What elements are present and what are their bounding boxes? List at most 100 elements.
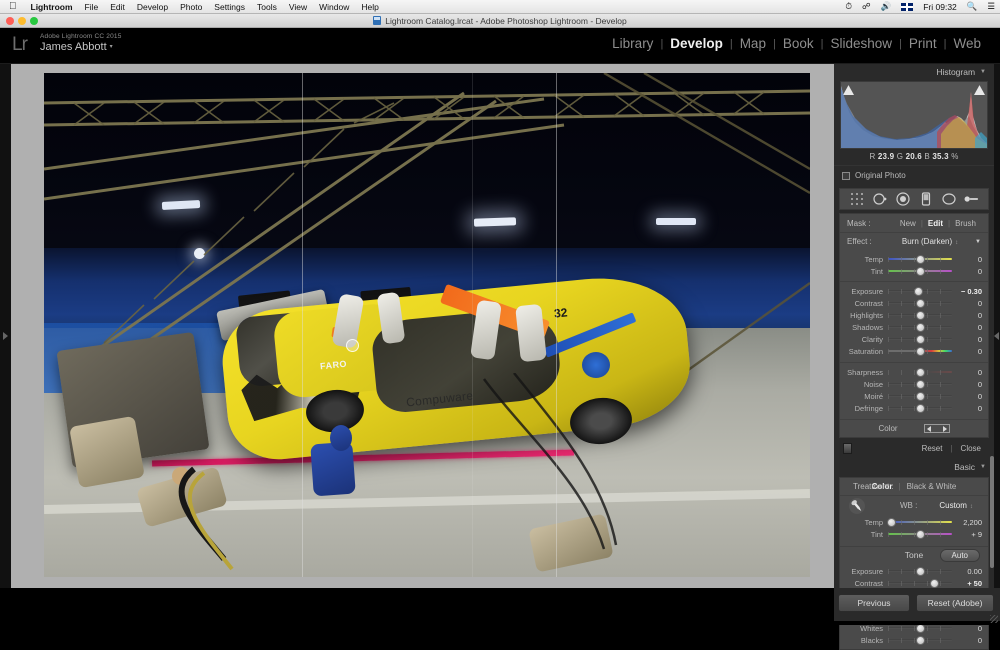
stepper-icon[interactable]: ↕ xyxy=(970,504,973,510)
previous-button[interactable]: Previous xyxy=(838,594,910,612)
eyedropper-icon[interactable] xyxy=(848,498,866,514)
mask-brush-button[interactable]: Brush xyxy=(950,219,981,228)
adjustment-brush-icon[interactable] xyxy=(964,192,979,207)
slider-track[interactable] xyxy=(888,322,952,332)
brush-slider-sharpness[interactable]: Sharpness 0 xyxy=(840,366,988,378)
brush-slider-noise[interactable]: Noise 0 xyxy=(840,378,988,390)
slider-knob[interactable] xyxy=(915,334,925,344)
slider-track[interactable] xyxy=(888,379,952,389)
slider-knob[interactable] xyxy=(915,298,925,308)
red-eye-correction-icon[interactable] xyxy=(895,192,910,207)
module-slideshow[interactable]: Slideshow xyxy=(823,36,899,51)
color-swatch[interactable] xyxy=(923,424,950,433)
mask-new-button[interactable]: New xyxy=(895,219,921,228)
switch-icon[interactable] xyxy=(843,442,852,454)
slider-knob[interactable] xyxy=(915,379,925,389)
menu-bar-clock[interactable]: Fri 09:32 xyxy=(918,2,962,12)
slider-knob[interactable] xyxy=(915,322,925,332)
slider-knob[interactable] xyxy=(915,566,925,576)
menu-item-view[interactable]: View xyxy=(283,2,313,12)
identity-plate[interactable]: Adobe Lightroom CC 2015 James Abbott ▾ xyxy=(40,33,122,54)
user-name[interactable]: James Abbott ▾ xyxy=(40,41,122,54)
basic-slider-tint[interactable]: Tint + 9 xyxy=(840,528,988,540)
basic-panel-header[interactable]: Basic ▼ xyxy=(834,459,994,474)
slider-track[interactable] xyxy=(888,566,952,576)
slider-track[interactable] xyxy=(888,334,952,344)
slider-knob[interactable] xyxy=(915,254,925,264)
crop-overlay-icon[interactable] xyxy=(849,192,864,207)
brush-slider-defringe[interactable]: Defringe 0 xyxy=(840,402,988,414)
menu-item-edit[interactable]: Edit xyxy=(104,2,131,12)
module-print[interactable]: Print xyxy=(902,36,944,51)
effect-value[interactable]: Burn (Darken) ↕ xyxy=(885,237,975,246)
clock-icon[interactable]: ⏱ xyxy=(840,1,857,12)
slider-track[interactable] xyxy=(887,517,952,527)
slider-track[interactable] xyxy=(888,529,952,539)
slider-track[interactable] xyxy=(888,367,952,377)
slider-knob[interactable] xyxy=(915,266,925,276)
volume-icon[interactable]: 🔊 xyxy=(876,1,897,12)
chevron-right-icon[interactable] xyxy=(3,332,8,340)
slider-knob[interactable] xyxy=(915,346,925,356)
menu-item-lightroom[interactable]: Lightroom xyxy=(25,2,79,12)
maximize-button[interactable] xyxy=(30,17,38,25)
slider-track[interactable] xyxy=(888,298,952,308)
slider-track[interactable] xyxy=(888,403,952,413)
mask-edit-pin[interactable] xyxy=(346,339,359,352)
slider-knob[interactable] xyxy=(915,391,925,401)
slider-track[interactable] xyxy=(888,254,952,264)
list-icon[interactable]: ☰ xyxy=(982,1,1000,12)
brush-slider-shadows[interactable]: Shadows 0 xyxy=(840,321,988,333)
histogram-header[interactable]: Histogram ▼ xyxy=(834,64,994,79)
menu-item-file[interactable]: File xyxy=(79,2,105,12)
reset-adobe-button[interactable]: Reset (Adobe) xyxy=(916,594,994,612)
window-controls[interactable] xyxy=(6,17,38,25)
menu-item-photo[interactable]: Photo xyxy=(174,2,208,12)
chevron-down-icon[interactable]: ▼ xyxy=(975,239,981,245)
slider-knob[interactable] xyxy=(915,529,925,539)
slider-knob[interactable] xyxy=(913,286,923,296)
original-photo-row[interactable]: Original Photo xyxy=(834,165,994,185)
resize-handle-icon[interactable] xyxy=(990,615,998,623)
basic-slider-blacks[interactable]: Blacks 0 xyxy=(840,634,988,646)
histogram-graph[interactable] xyxy=(840,81,988,149)
brush-slider-moire[interactable]: Moiré 0 xyxy=(840,390,988,402)
basic-slider-exposure[interactable]: Exposure 0.00 xyxy=(840,565,988,577)
brush-slider-exposure[interactable]: Exposure − 0.30 xyxy=(840,285,988,297)
mask-edit-button[interactable]: Edit xyxy=(923,219,948,228)
module-library[interactable]: Library xyxy=(605,36,660,51)
brush-slider-saturation[interactable]: Saturation 0 xyxy=(840,345,988,357)
photo-preview[interactable]: FARO Compuware 32 xyxy=(44,73,810,577)
brush-slider-clarity[interactable]: Clarity 0 xyxy=(840,333,988,345)
chevron-right-icon[interactable] xyxy=(994,332,999,340)
menu-item-window[interactable]: Window xyxy=(313,2,355,12)
radial-filter-icon[interactable] xyxy=(941,192,956,207)
menu-item-develop[interactable]: Develop xyxy=(131,2,174,12)
slider-knob[interactable] xyxy=(915,403,925,413)
slider-track[interactable] xyxy=(888,578,952,588)
module-develop[interactable]: Develop xyxy=(663,36,730,51)
left-panel-collapsed[interactable] xyxy=(0,64,11,616)
right-panel-collapse-strip[interactable] xyxy=(994,64,1000,616)
brush-slider-highlights[interactable]: Highlights 0 xyxy=(840,309,988,321)
slider-knob[interactable] xyxy=(915,635,925,645)
spot-removal-icon[interactable] xyxy=(872,192,887,207)
image-canvas[interactable]: FARO Compuware 32 xyxy=(11,64,834,592)
wb-value[interactable]: Custom ↕ xyxy=(939,501,973,510)
slider-knob[interactable] xyxy=(915,367,925,377)
slider-track[interactable] xyxy=(888,310,952,320)
reset-button[interactable]: Reset xyxy=(914,444,951,453)
minimize-button[interactable] xyxy=(18,17,26,25)
chevron-down-icon[interactable]: ▼ xyxy=(980,464,986,470)
original-photo-checkbox[interactable] xyxy=(842,171,850,180)
slider-knob[interactable] xyxy=(929,578,939,588)
slider-track[interactable] xyxy=(888,266,952,276)
close-button[interactable]: Close xyxy=(953,444,989,453)
menu-item-settings[interactable]: Settings xyxy=(208,2,251,12)
module-web[interactable]: Web xyxy=(946,36,988,51)
slider-knob[interactable] xyxy=(915,310,925,320)
chevron-down-icon[interactable]: ▼ xyxy=(980,69,986,75)
apple-icon[interactable]:  xyxy=(0,1,25,12)
slider-track[interactable] xyxy=(888,286,952,296)
bluetooth-icon[interactable]: ☍ xyxy=(857,1,876,12)
